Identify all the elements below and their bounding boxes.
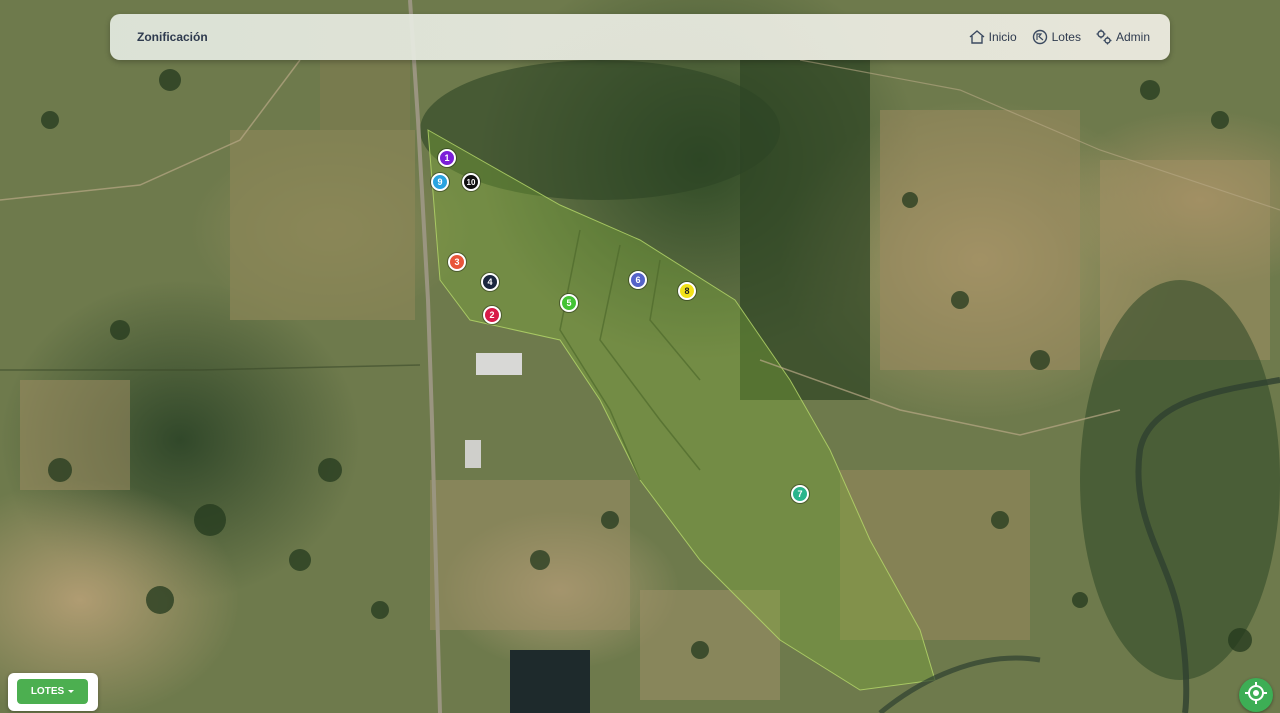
field-patch	[880, 110, 1080, 370]
lote-marker[interactable]: 1	[438, 149, 456, 167]
lote-marker[interactable]: 7	[791, 485, 809, 503]
nav-menu: Inicio Lotes Admin	[954, 28, 1150, 46]
satellite-map[interactable]: 1 2 3 4 5 6 7 8 9 10	[0, 0, 1280, 713]
lote-marker[interactable]: 6	[629, 271, 647, 289]
marker-label: 1	[444, 153, 450, 163]
nav-lotes[interactable]: Lotes	[1031, 28, 1081, 46]
lote-marker[interactable]: 2	[483, 306, 501, 324]
lotes-icon	[1031, 28, 1049, 46]
marker-label: 8	[684, 286, 690, 296]
lotes-panel: LOTES	[8, 673, 98, 711]
nav-inicio-label: Inicio	[988, 30, 1017, 44]
marker-label: 3	[454, 257, 460, 267]
marker-label: 2	[489, 310, 495, 320]
locate-button[interactable]	[1239, 678, 1273, 712]
map-features	[0, 0, 1280, 713]
dirt-track	[0, 364, 421, 371]
lotes-dropdown-button[interactable]: LOTES	[17, 679, 88, 704]
lote-marker[interactable]: 3	[448, 253, 466, 271]
nav-lotes-label: Lotes	[1051, 30, 1081, 44]
building	[476, 353, 522, 375]
field-patch	[320, 60, 410, 130]
nav-admin-label: Admin	[1115, 30, 1150, 44]
marker-label: 9	[437, 177, 443, 187]
field-patch	[430, 480, 630, 630]
lote-marker[interactable]: 5	[560, 294, 578, 312]
field-patch	[230, 130, 415, 320]
field-patch	[20, 380, 130, 490]
lotes-button-label: LOTES	[30, 686, 65, 697]
brand-title[interactable]: Zonificación	[137, 30, 208, 44]
marker-label: 4	[487, 277, 493, 287]
marker-label: 5	[566, 298, 572, 308]
building	[465, 440, 481, 468]
lote-marker[interactable]: 4	[481, 273, 499, 291]
lote-marker[interactable]: 9	[431, 173, 449, 191]
caret-down-icon	[68, 690, 75, 693]
home-icon	[968, 28, 986, 46]
gears-icon	[1095, 28, 1113, 46]
marker-label: 6	[635, 275, 641, 285]
lote-marker[interactable]: 8	[678, 282, 696, 300]
locate-icon	[1244, 681, 1268, 710]
nav-inicio[interactable]: Inicio	[968, 28, 1017, 46]
marker-label: 10	[466, 177, 476, 187]
nav-admin[interactable]: Admin	[1095, 28, 1150, 46]
water-pond	[510, 650, 590, 713]
top-navbar: Zonificación Inicio Lotes Admin	[110, 14, 1170, 60]
lote-marker[interactable]: 10	[462, 173, 480, 191]
marker-label: 7	[797, 489, 803, 499]
